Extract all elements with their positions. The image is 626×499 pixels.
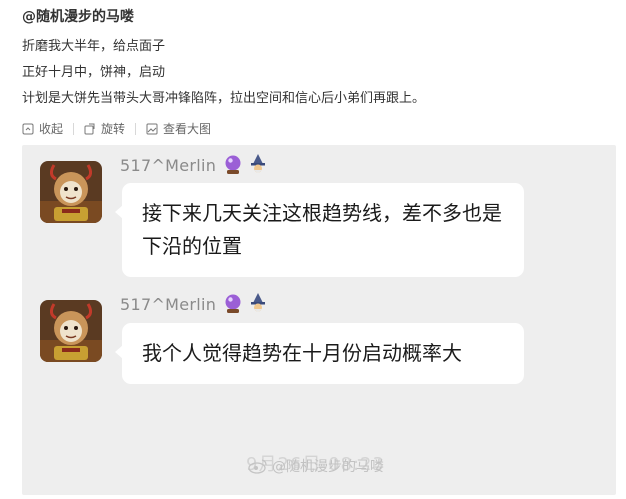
crystal-ball-icon	[225, 294, 241, 313]
chat-screenshot-image[interactable]: 517^Merlin 接下来几天关注这根趋势线，差不多也是下沿的位置 517^M…	[22, 145, 616, 495]
post-text-line-1: 折磨我大半年，给点面子	[22, 39, 166, 54]
post-text-line-2: 正好十月中，饼神，启动	[22, 65, 166, 80]
weibo-watermark: @随机漫步的马喽	[248, 456, 384, 476]
weibo-logo-icon	[248, 459, 267, 474]
monkey-king-avatar-icon	[40, 161, 102, 223]
view-large-label: 查看大图	[163, 122, 212, 136]
image-toolbar: 收起 旋转 查看大图	[22, 120, 211, 137]
rotate-label: 旋转	[101, 122, 126, 136]
crystal-ball-icon	[225, 155, 241, 174]
avatar	[40, 300, 102, 362]
rotate-button[interactable]: 旋转	[84, 120, 125, 137]
wizard-icon	[251, 154, 265, 173]
sender-nickname: 517^Merlin	[120, 295, 217, 314]
collapse-icon	[22, 123, 34, 134]
view-large-icon	[146, 123, 158, 134]
toolbar-divider	[135, 122, 137, 135]
monkey-king-avatar-icon	[40, 300, 102, 362]
rotate-icon	[84, 123, 95, 134]
wizard-icon	[251, 293, 265, 312]
toolbar-divider	[73, 122, 75, 135]
collapse-label: 收起	[39, 122, 64, 136]
sender-nickname: 517^Merlin	[120, 156, 217, 175]
post-author[interactable]: @随机漫步的马喽	[22, 6, 134, 26]
message-bubble: 接下来几天关注这根趋势线，差不多也是下沿的位置	[115, 183, 524, 277]
message-bubble: 我个人觉得趋势在十月份启动概率大	[115, 323, 524, 384]
avatar	[40, 161, 102, 223]
watermark-text: @随机漫步的马喽	[272, 459, 384, 475]
view-large-button[interactable]: 查看大图	[146, 120, 211, 137]
post-text-line-3: 计划是大饼先当带头大哥冲锋陷阵，拉出空间和信心后小弟们再跟上。	[22, 91, 426, 106]
collapse-button[interactable]: 收起	[22, 120, 63, 137]
